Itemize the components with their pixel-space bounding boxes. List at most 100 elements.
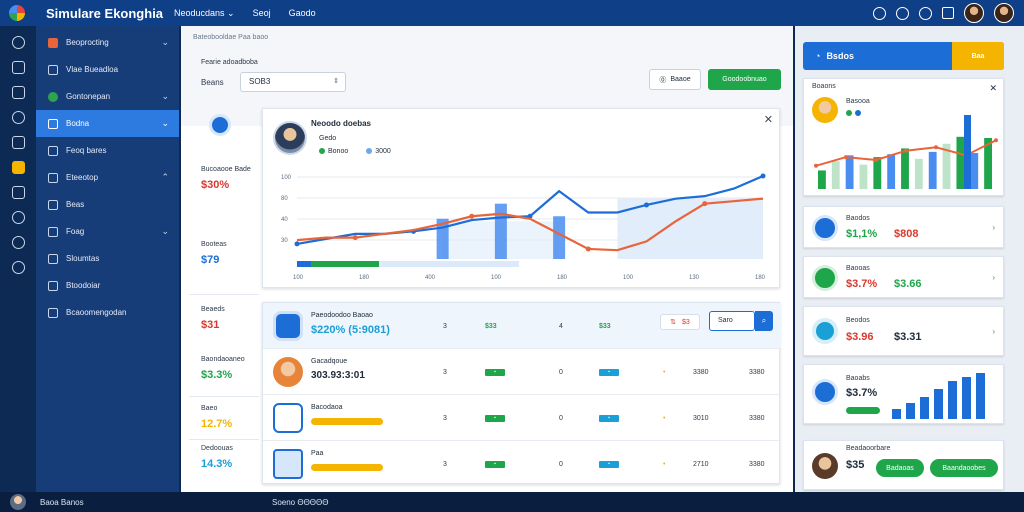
close-icon[interactable]: ✕ (764, 113, 773, 126)
right-panel-title: Bsdos (826, 51, 854, 61)
rail-search-icon[interactable] (11, 261, 25, 274)
rail-active-icon[interactable] (11, 161, 25, 174)
sidebar-item-9[interactable]: Sloumtas (36, 245, 179, 272)
rail-clock-icon[interactable] (11, 211, 25, 224)
sidebar-item-5[interactable]: Feoq bares (36, 137, 179, 164)
sidebar-item-label: Beoprocting (66, 38, 109, 47)
search-icon[interactable]: ⌕ (755, 311, 773, 331)
wallet-icon (812, 265, 838, 291)
y-tick-label: 30 (281, 238, 288, 244)
sidebar-item-4[interactable]: Bodna ⌄ (36, 110, 179, 137)
summary-bar (831, 161, 840, 189)
sort-icon: ⇅ (670, 319, 677, 326)
sidebar-item-icon (48, 199, 58, 210)
sidebar-item-label: Eteeotop (66, 173, 99, 182)
x-tick-label: 100 (293, 275, 304, 281)
app-title: Simulare Ekonghia (46, 5, 164, 21)
sidebar-item-label: Feoq bares (66, 146, 107, 155)
footer-button-2[interactable]: Baandaoobes (930, 459, 998, 477)
table-row[interactable]: Paa 3 ▪ 0 ▪ • 2710 3380 (263, 441, 781, 487)
right-panel-button[interactable]: Baa (952, 42, 1004, 70)
table-row-header[interactable]: Paeodoodoo Baoao $220% (5:9081) 3 $33 4 … (263, 303, 781, 349)
sidebar-item-8[interactable]: Foag ⌄ (36, 218, 179, 245)
divider (189, 396, 259, 397)
rail-globe-icon[interactable] (11, 236, 25, 249)
help-icon[interactable] (896, 6, 909, 20)
progress-bar (311, 464, 383, 471)
top-nav-item-1[interactable]: Neoducdans ⌄ (174, 8, 235, 19)
sidebar-item-label: Sloumtas (66, 254, 100, 263)
rail-list-icon[interactable] (11, 86, 25, 99)
sidebar-item-2[interactable]: Vlae Bueadloa (36, 56, 179, 83)
stat-3: Beaeds $31 (201, 306, 225, 331)
chevron-right-icon[interactable]: › (992, 223, 995, 232)
status-badge: ▪ (485, 415, 505, 422)
window-icon[interactable] (942, 7, 954, 19)
stat-label: Booteas (201, 241, 227, 248)
chevron-right-icon[interactable]: › (992, 273, 995, 282)
sidebar-item-11[interactable]: Bcaoomengodan (36, 299, 179, 326)
table-row[interactable]: Gacadqoue 303.93:3:01 3 ▪ 0 ▪ • 3380 338… (263, 349, 781, 395)
rail-box-icon[interactable] (11, 186, 25, 199)
filter-button[interactable]: ⇅ $3 (660, 314, 700, 330)
right-panel-header: ◔ Bsdos Baa (803, 42, 1004, 70)
table-search-input[interactable]: Saro (709, 311, 755, 331)
summary-bar (901, 148, 909, 189)
primary-button[interactable]: Goodoobnuao (708, 69, 781, 90)
summary-point (844, 155, 848, 160)
chevron-down-icon: ⌄ (161, 118, 169, 128)
stat-label: Dedoouas (201, 445, 233, 452)
status-badge: ▪ (485, 369, 505, 376)
top-nav-item-2[interactable]: Seoj (253, 8, 271, 19)
kpi-card-1[interactable]: Baodos $1,1% $808 › (803, 206, 1004, 248)
app-logo[interactable] (0, 0, 34, 26)
summary-point (934, 145, 938, 150)
stepper-arrows-icon[interactable]: ⇕ (333, 73, 339, 91)
sidebar-item-label: Foag (66, 227, 85, 236)
data-point (760, 173, 766, 179)
sidebar-item-7[interactable]: Beas (36, 191, 179, 218)
user-avatar-2[interactable] (994, 3, 1014, 23)
mini-bar (962, 377, 971, 419)
data-table: Paeodoodoo Baoao $220% (5:9081) 3 $33 4 … (262, 302, 781, 487)
chevron-right-icon[interactable]: › (992, 327, 995, 336)
footer-label: Beadaoorbare (846, 445, 891, 452)
data-point (352, 235, 358, 241)
sidebar-item-icon (48, 64, 58, 75)
kpi-card-2[interactable]: Baooas $3.7% $3.66 › (803, 256, 1004, 298)
notification-icon[interactable] (873, 6, 886, 20)
kpi-card-4[interactable]: Baoabs $3.7% (803, 364, 1004, 424)
sidebar-item-1[interactable]: Beoprocting ⌄ (36, 29, 179, 56)
footer-button-1[interactable]: Badaoas (876, 459, 924, 477)
table-row[interactable]: Bacodaoa 3 ▪ 0 ▪ • 3010 3380 (263, 395, 781, 441)
stat-4: Baondaoaneo $3.3% (201, 356, 245, 381)
cell: 3380 (749, 369, 765, 376)
rail-doc-icon[interactable] (11, 61, 25, 74)
data-point (585, 246, 591, 252)
line-chart: 100 80 40 30 100 180 400 100 180 100 130 180 (281, 173, 766, 281)
cell: 3 (443, 369, 447, 376)
summary-bar (859, 164, 868, 189)
sidebar-item-icon (48, 253, 58, 264)
sidebar-item-3[interactable]: Gontonepan ⌄ (36, 83, 179, 110)
rail-tools-icon[interactable] (11, 111, 25, 124)
top-nav-item-3[interactable]: Gaodo (289, 8, 316, 19)
kpi-card-3[interactable]: Beodos $3.96 $3.31 › (803, 306, 1004, 356)
mini-bar (892, 409, 901, 419)
sidebar-item-icon (48, 37, 58, 48)
outline-button[interactable]: ⓪ Baaoe (649, 69, 701, 90)
settings-icon[interactable] (919, 6, 932, 20)
mini-bar-chart (892, 373, 985, 419)
sidebar-item-6[interactable]: Eteeotop ⌃ (36, 164, 179, 191)
chevron-down-icon: ⌄ (161, 37, 169, 47)
user-avatar[interactable] (964, 3, 984, 23)
value-stepper-text: SOB3 (249, 77, 271, 86)
bottom-avatar[interactable] (10, 494, 26, 510)
rail-chart-icon[interactable] (11, 136, 25, 149)
sidebar-item-10[interactable]: Btoodoiar (36, 272, 179, 299)
top-bar: Simulare Ekonghia Neoducdans ⌄ Seoj Gaod… (0, 0, 1024, 26)
value-stepper[interactable]: SOB3 ⇕ (240, 72, 346, 92)
sidebar-item-label: Beas (66, 200, 85, 209)
cell: 3 (443, 323, 447, 330)
rail-home-icon[interactable] (11, 36, 25, 49)
